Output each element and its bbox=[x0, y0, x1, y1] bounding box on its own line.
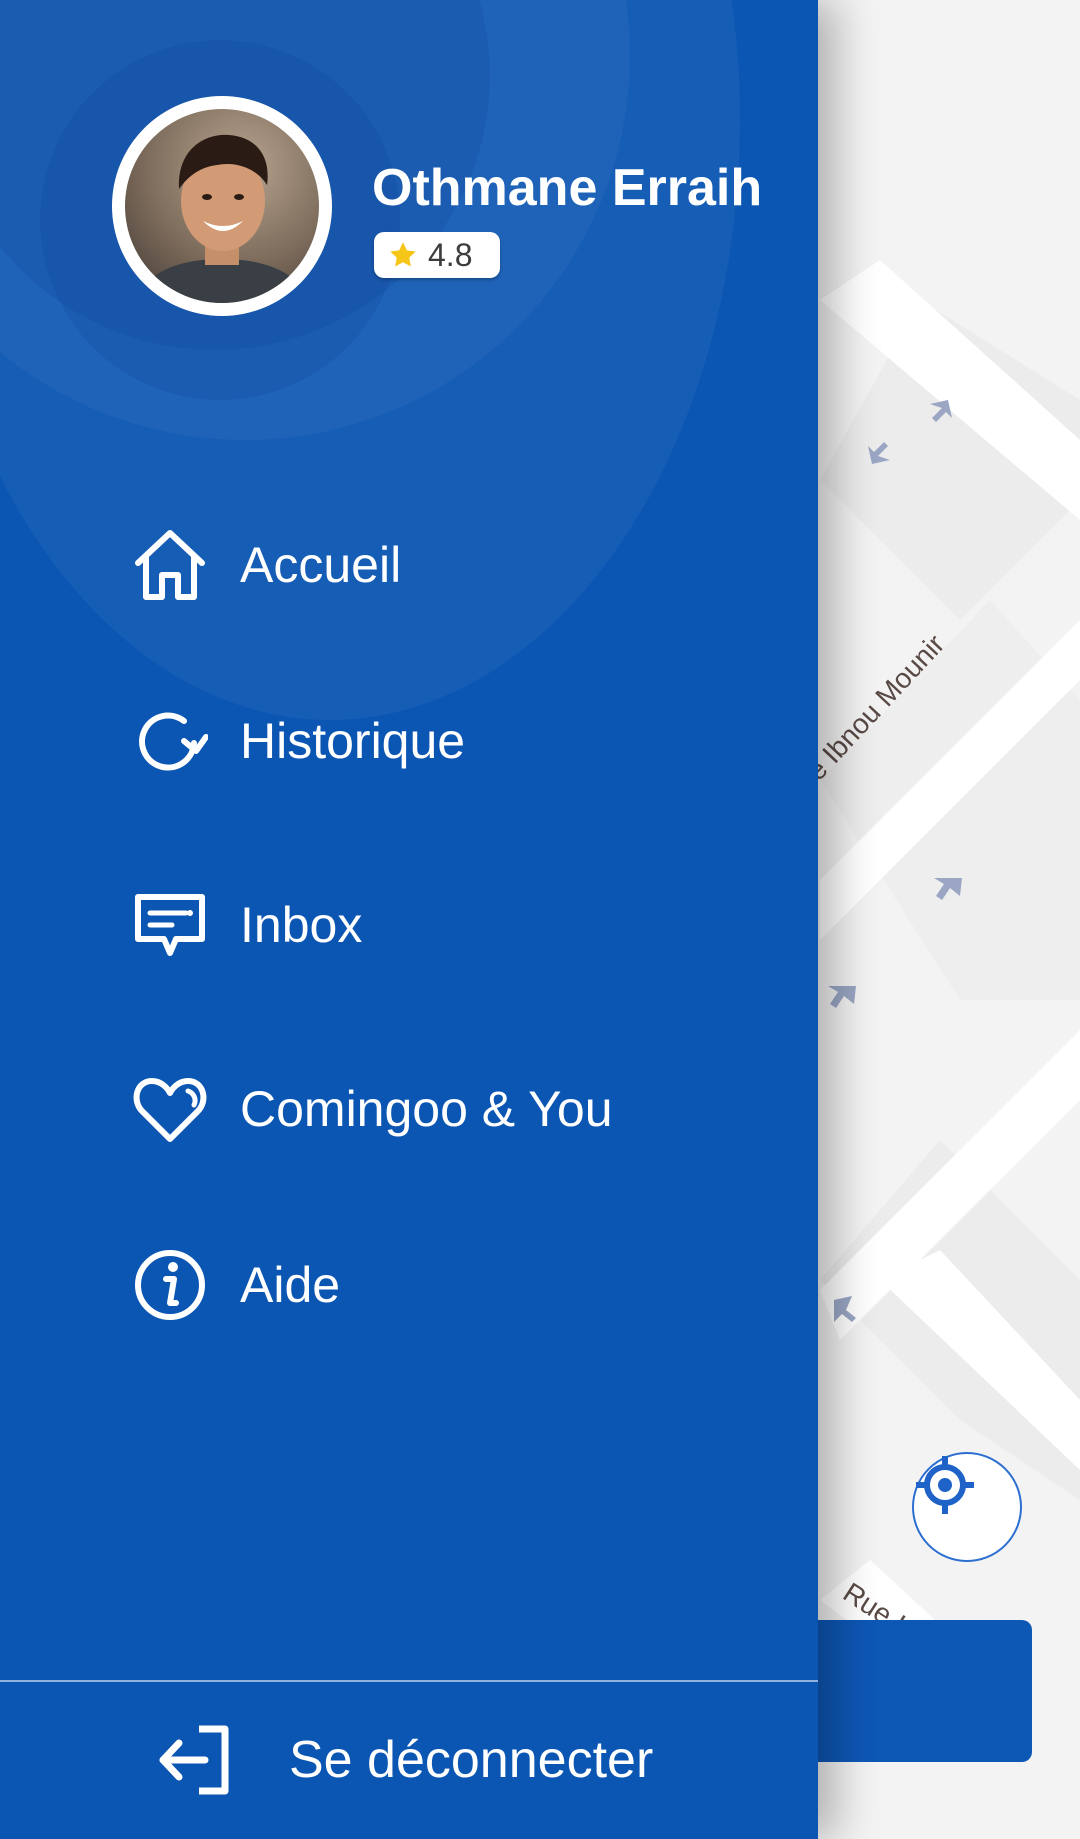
menu-item-label: Aide bbox=[240, 1257, 341, 1313]
menu-item-accueil[interactable]: Accueil bbox=[130, 520, 401, 610]
logout-icon bbox=[155, 1721, 233, 1799]
menu-item-historique[interactable]: Historique bbox=[130, 696, 465, 786]
star-icon bbox=[390, 242, 416, 267]
home-icon bbox=[130, 525, 210, 605]
logout-button[interactable]: Se déconnecter bbox=[155, 1710, 653, 1810]
avatar-photo bbox=[125, 109, 319, 303]
rating-value: 4.8 bbox=[428, 236, 473, 273]
navigation-drawer: Othmane Erraih 4.8 Accueil Historique In… bbox=[0, 0, 818, 1839]
menu-item-label: Accueil bbox=[240, 537, 402, 593]
menu-item-label: Inbox bbox=[240, 897, 363, 953]
info-icon bbox=[130, 1245, 210, 1325]
avatar[interactable] bbox=[112, 96, 332, 316]
menu-item-label: Historique bbox=[240, 713, 466, 769]
inbox-icon bbox=[130, 885, 210, 965]
menu-item-comingoo-you[interactable]: Comingoo & You bbox=[130, 1064, 613, 1154]
menu-item-label: Comingoo & You bbox=[240, 1081, 613, 1137]
locate-icon bbox=[916, 1456, 974, 1514]
history-icon bbox=[130, 701, 210, 781]
rating-badge: 4.8 bbox=[374, 232, 500, 278]
locate-button[interactable] bbox=[912, 1452, 1022, 1562]
user-name: Othmane Erraih bbox=[372, 159, 763, 217]
logout-label: Se déconnecter bbox=[289, 1731, 654, 1789]
heart-icon bbox=[130, 1069, 210, 1149]
divider bbox=[0, 1680, 818, 1682]
menu-item-aide[interactable]: Aide bbox=[130, 1240, 340, 1330]
bottom-action-card[interactable] bbox=[790, 1620, 1032, 1762]
menu-item-inbox[interactable]: Inbox bbox=[130, 880, 362, 970]
